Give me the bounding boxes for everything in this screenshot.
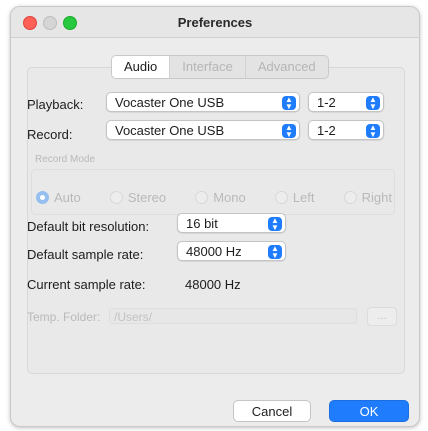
tab-advanced[interactable]: Advanced	[244, 56, 328, 78]
preferences-window: Preferences Audio Interface Advanced Pla…	[10, 6, 420, 427]
temp-folder-field[interactable]: /Users/	[109, 308, 357, 324]
temp-folder-value: /Users/	[114, 310, 153, 324]
bit-resolution-value: 16 bit	[186, 216, 218, 231]
record-label: Record:	[27, 127, 73, 142]
record-device-select[interactable]: Vocaster One USB ▲ ▼	[106, 120, 300, 140]
record-mode-mono-radio[interactable]: Mono	[195, 190, 246, 205]
popup-arrows-icon: ▲ ▼	[282, 96, 296, 111]
popup-arrows-icon: ▲ ▼	[282, 124, 296, 139]
popup-arrows-icon: ▲ ▼	[268, 245, 282, 260]
record-mode-options: Auto Stereo Mono Left Right	[36, 190, 392, 205]
sample-rate-select[interactable]: 48000 Hz ▲ ▼	[177, 241, 286, 261]
current-rate-value: 48000 Hz	[185, 277, 241, 292]
record-mode-left-radio[interactable]: Left	[274, 190, 315, 205]
radio-label: Mono	[213, 190, 246, 205]
radio-dot-icon	[36, 191, 49, 204]
tab-bar: Audio Interface Advanced	[111, 55, 329, 79]
record-mode-stereo-radio[interactable]: Stereo	[109, 190, 167, 205]
record-mode-auto-radio[interactable]: Auto	[36, 190, 81, 205]
playback-channels-select[interactable]: 1-2 ▲ ▼	[308, 92, 384, 112]
playback-device-select[interactable]: Vocaster One USB ▲ ▼	[106, 92, 300, 112]
tab-interface[interactable]: Interface	[169, 56, 245, 78]
ok-button[interactable]: OK	[329, 400, 409, 422]
record-channels-select[interactable]: 1-2 ▲ ▼	[308, 120, 384, 140]
tab-audio[interactable]: Audio	[112, 56, 170, 78]
record-channels-value: 1-2	[317, 123, 336, 138]
record-mode-label: Record Mode	[35, 154, 96, 165]
bit-resolution-label: Default bit resolution:	[27, 219, 150, 234]
radio-dot-icon	[195, 191, 209, 204]
radio-label: Stereo	[127, 190, 167, 205]
bit-resolution-select[interactable]: 16 bit ▲ ▼	[177, 213, 286, 233]
record-device-value: Vocaster One USB	[115, 123, 225, 138]
temp-folder-label: Temp. Folder:	[27, 310, 101, 324]
radio-dot-icon	[343, 191, 357, 204]
title-bar: Preferences	[11, 7, 419, 38]
record-mode-group: Auto Stereo Mono Left Right	[31, 169, 395, 215]
cancel-button[interactable]: Cancel	[233, 400, 311, 422]
radio-dot-icon	[274, 191, 288, 204]
playback-label: Playback:	[27, 97, 84, 112]
radio-label: Left	[292, 190, 315, 205]
popup-arrows-icon: ▲ ▼	[268, 217, 282, 232]
temp-folder-browse-button[interactable]: ...	[367, 307, 397, 326]
playback-device-value: Vocaster One USB	[115, 95, 225, 110]
current-rate-label: Current sample rate:	[27, 277, 146, 292]
window-title: Preferences	[177, 15, 253, 30]
popup-arrows-icon: ▲ ▼	[366, 124, 380, 139]
radio-label: Right	[361, 190, 392, 205]
playback-channels-value: 1-2	[317, 95, 336, 110]
radio-dot-icon	[109, 191, 123, 204]
popup-arrows-icon: ▲ ▼	[366, 96, 380, 111]
radio-label: Auto	[54, 190, 81, 205]
record-mode-right-radio[interactable]: Right	[343, 190, 392, 205]
sample-rate-value: 48000 Hz	[186, 244, 242, 259]
sample-rate-label: Default sample rate:	[27, 247, 144, 262]
